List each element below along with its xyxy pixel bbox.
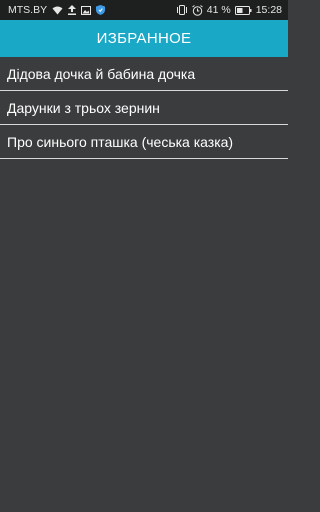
app-bar: ИЗБРАННОЕ xyxy=(0,20,288,57)
list-item[interactable]: Про синього пташка (чеська казка) xyxy=(0,125,288,159)
upload-icon xyxy=(68,5,77,15)
list-item-label: Дідова дочка й бабина дочка xyxy=(7,65,196,82)
vibrate-icon xyxy=(176,5,188,15)
image-icon xyxy=(81,5,92,15)
battery-icon xyxy=(234,5,252,15)
list-item-label: Про синього пташка (чеська казка) xyxy=(7,133,234,150)
alarm-icon xyxy=(191,4,203,16)
battery-percent: 41 % xyxy=(206,4,231,16)
list-item-label: Дарунки з трьох зернин xyxy=(7,99,160,116)
carrier-label: MTS.BY xyxy=(8,4,48,16)
page-title: ИЗБРАННОЕ xyxy=(96,30,192,47)
clock: 15:28 xyxy=(255,4,282,16)
shield-icon xyxy=(96,5,106,15)
status-bar: MTS.BY 41 % 15:28 xyxy=(0,0,288,20)
favorites-list: Дідова дочка й бабина дочка Дарунки з тр… xyxy=(0,57,288,159)
wifi-icon xyxy=(52,6,63,15)
list-item[interactable]: Дарунки з трьох зернин xyxy=(0,91,288,125)
list-item[interactable]: Дідова дочка й бабина дочка xyxy=(0,57,288,91)
